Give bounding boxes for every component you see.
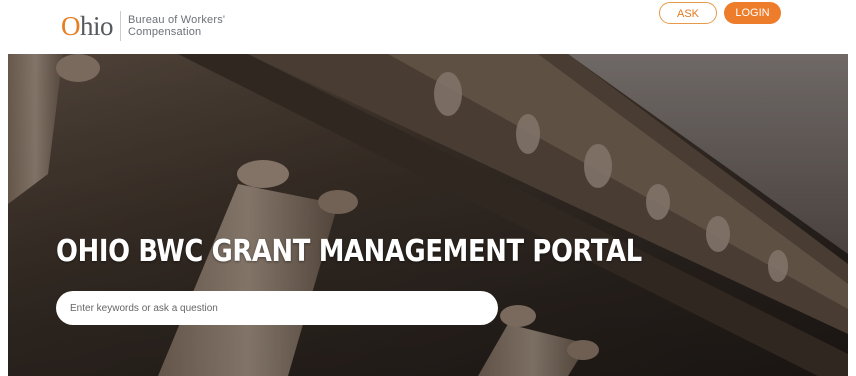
image-overlay xyxy=(8,54,848,376)
hero-banner: OHIO BWC GRANT MANAGEMENT PORTAL xyxy=(8,54,848,376)
page-title: OHIO BWC GRANT MANAGEMENT PORTAL xyxy=(56,234,642,269)
logo-subtitle: Bureau of Workers' Compensation xyxy=(128,14,225,38)
building-columns-image xyxy=(8,54,848,376)
logo-divider xyxy=(120,11,122,41)
ask-button[interactable]: ASK xyxy=(659,2,717,24)
site-header: Ohio Bureau of Workers' Compensation ASK… xyxy=(0,0,856,52)
search-input[interactable] xyxy=(56,291,498,325)
login-button[interactable]: LOGIN xyxy=(724,2,781,24)
logo-subtitle-line2: Compensation xyxy=(128,26,202,38)
logo-subtitle-line1: Bureau of Workers' xyxy=(128,14,226,26)
logo-wordmark: Ohio xyxy=(61,10,114,41)
ohio-bwc-logo[interactable]: Ohio Bureau of Workers' Compensation xyxy=(61,8,225,44)
